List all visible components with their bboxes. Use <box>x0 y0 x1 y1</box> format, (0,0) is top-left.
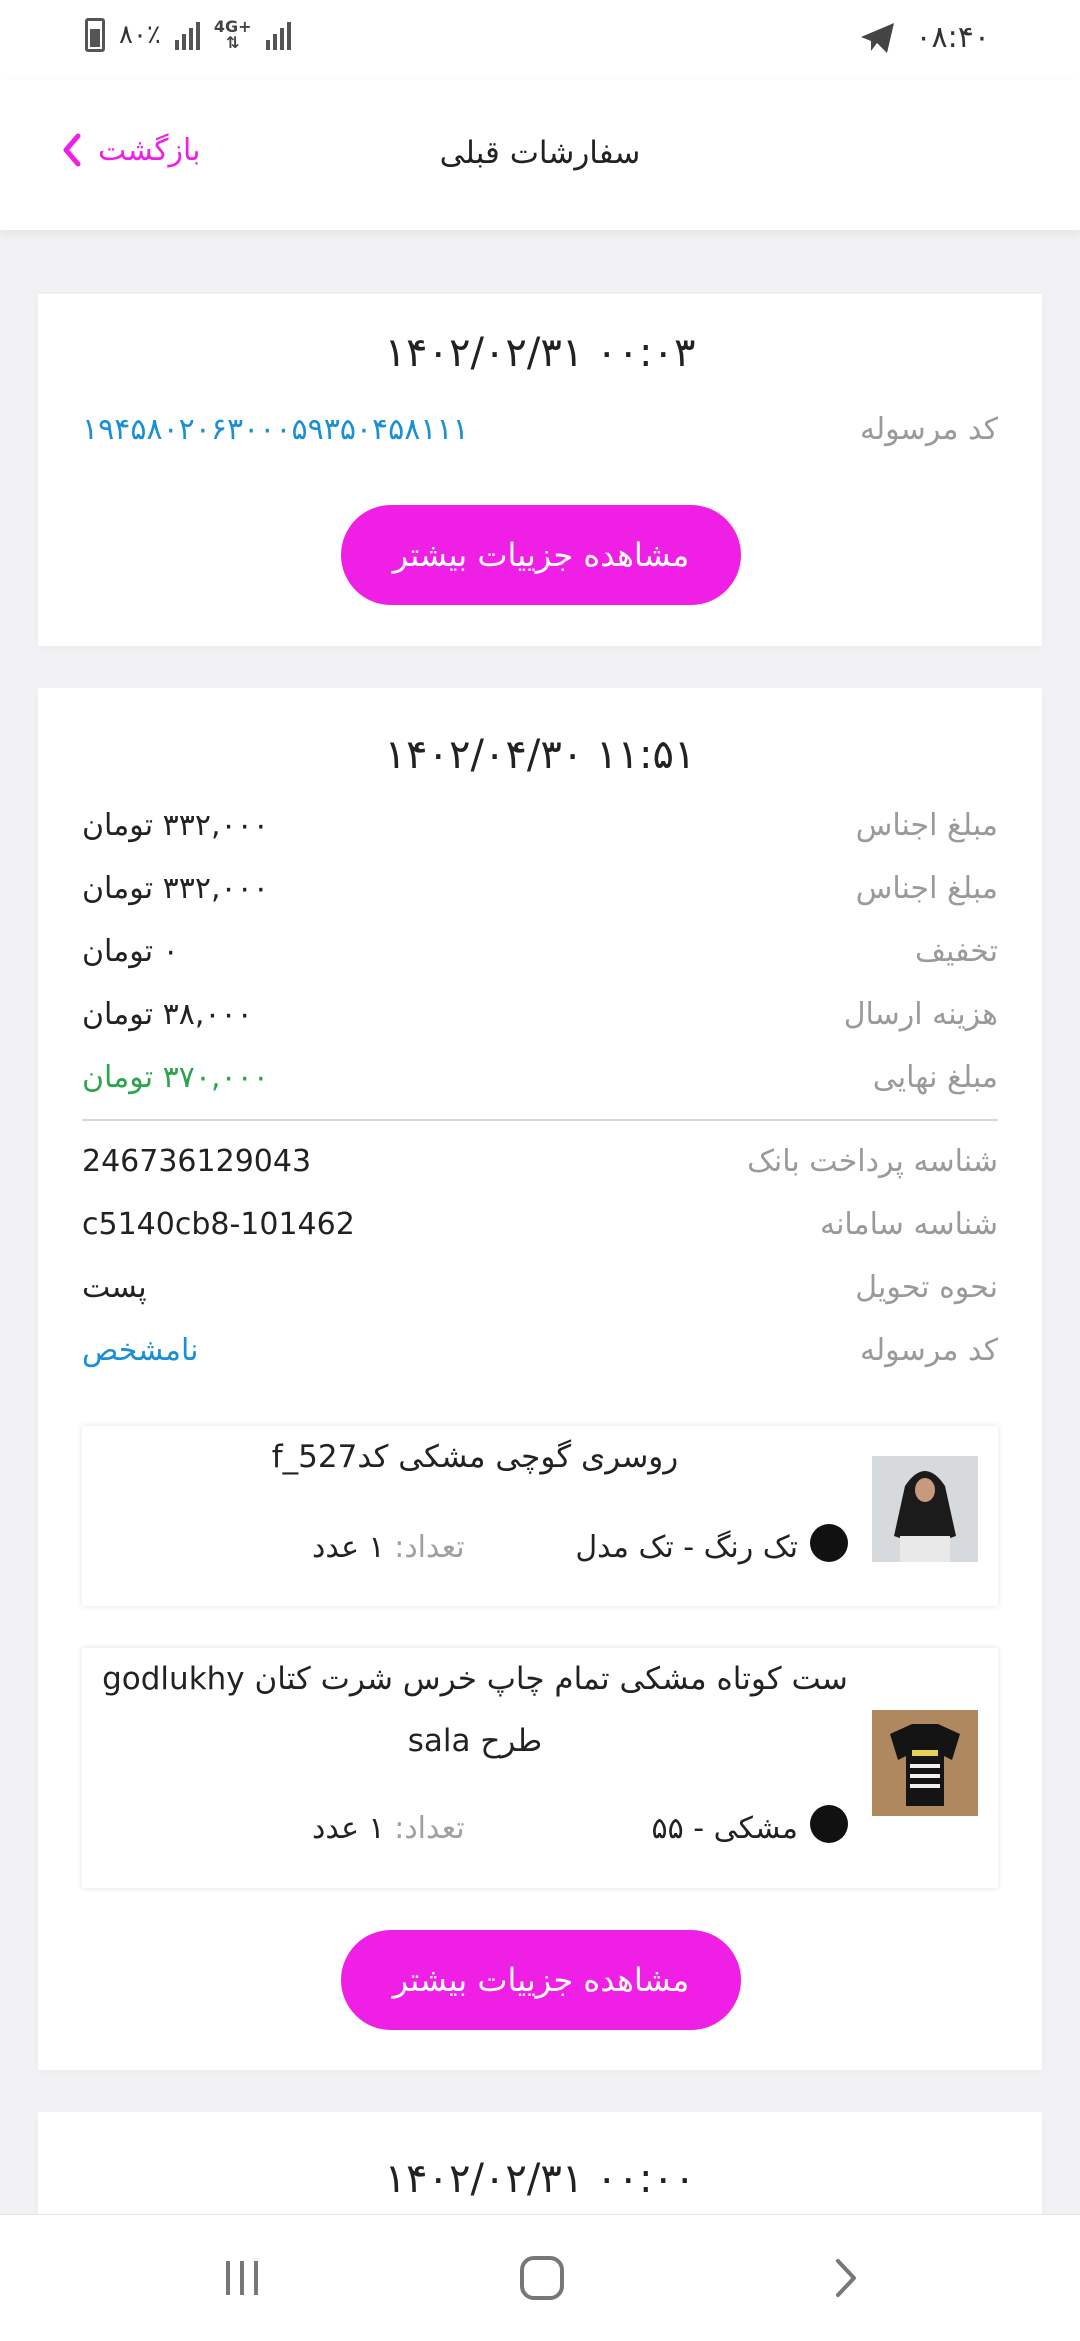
row-label: مبلغ نهایی <box>872 1060 998 1095</box>
telegram-icon <box>861 22 895 53</box>
signal-icon <box>174 20 200 50</box>
row-label: شناسه پرداخت بانک <box>747 1144 998 1179</box>
tracking-value[interactable]: ۱۹۴۵۸۰۲۰۶۳۰۰۰۵۹۳۵۰۴۵۸۱۱۱ <box>82 412 469 447</box>
final-amount-value: ۳۷۰,۰۰۰ تومان <box>82 1060 269 1095</box>
row-value: ۳۳۲,۰۰۰ تومان <box>82 871 269 906</box>
view-details-button[interactable]: مشاهده جزییات بیشتر <box>341 1930 741 2030</box>
quantity-label: تعداد: <box>394 1530 465 1565</box>
row-label: مبلغ اجناس <box>855 808 998 843</box>
tracking-label: کد مرسوله <box>859 412 998 447</box>
battery-icon <box>85 18 105 52</box>
back-button[interactable]: بازگشت <box>58 132 200 168</box>
row-label: کد مرسوله <box>859 1333 998 1368</box>
product-variant: مشکی - ۵۵ <box>651 1811 798 1846</box>
product-name: روسری گوچی مشکی کدf_527 <box>271 1439 679 1475</box>
row-label: مبلغ اجناس <box>855 871 998 906</box>
row-label: شناسه سامانه <box>819 1207 998 1242</box>
chevron-left-icon <box>63 133 81 167</box>
order-item[interactable]: روسری گوچی مشکی کدf_527 تک رنگ - تک مدل … <box>82 1426 998 1606</box>
discount-row: تخفیف ۰ تومان <box>82 934 998 978</box>
row-label: هزینه ارسال <box>843 997 998 1032</box>
row-value: 246736129043 <box>82 1144 312 1179</box>
system-id-row: شناسه سامانه c5140cb8-101462 <box>82 1207 998 1251</box>
status-bar: ۸۰٪ 4G+ ⇅ ۰۸:۴۰ <box>0 0 1080 80</box>
row-value: ۳۸,۰۰۰ تومان <box>82 997 253 1032</box>
row-value: c5140cb8-101462 <box>82 1207 355 1242</box>
status-left: ۸۰٪ 4G+ ⇅ <box>85 18 291 52</box>
color-swatch <box>810 1524 848 1562</box>
order-item[interactable]: ست کوتاه مشکی تمام چاپ خرس شرت کتان godl… <box>82 1648 998 1888</box>
view-details-button[interactable]: مشاهده جزییات بیشتر <box>341 505 741 605</box>
product-image <box>872 1456 978 1562</box>
order-date: ۱۴۰۲/۰۲/۳۱ ۰۰:۰۰ <box>384 2156 696 2202</box>
quantity-label: تعداد: <box>394 1811 465 1846</box>
row-label: نحوه تحویل <box>855 1270 998 1305</box>
back-nav-icon[interactable] <box>816 2253 876 2303</box>
back-label: بازگشت <box>98 132 201 168</box>
product-name: ست کوتاه مشکی تمام چاپ خرس شرت کتان godl… <box>102 1661 848 1759</box>
row-value: ۰ تومان <box>82 934 179 969</box>
goods-amount-row: مبلغ اجناس ۳۳۲,۰۰۰ تومان <box>82 808 998 852</box>
app-header: سفارشات قبلی بازگشت <box>0 80 1080 230</box>
quantity-value: ۱ عدد <box>312 1530 385 1565</box>
battery-level: ۸۰٪ <box>119 20 161 50</box>
product-variant: تک رنگ - تک مدل <box>575 1530 798 1565</box>
product-quantity: تعداد: ۱ عدد <box>312 1530 465 1565</box>
tracking-row: کد مرسوله ۱۹۴۵۸۰۲۰۶۳۰۰۰۵۹۳۵۰۴۵۸۱۱۱ <box>82 412 998 456</box>
signal-icon-2 <box>265 20 291 50</box>
quantity-value: ۱ عدد <box>312 1811 385 1846</box>
recent-apps-icon[interactable] <box>212 2253 272 2303</box>
bank-payment-id-row: شناسه پرداخت بانک 246736129043 <box>82 1144 998 1188</box>
tracking-value: نامشخص <box>82 1333 199 1368</box>
order-date: ۱۴۰۲/۰۲/۳۱ ۰۰:۰۳ <box>384 330 696 376</box>
product-image <box>872 1710 978 1816</box>
order-card: ۱۴۰۲/۰۴/۳۰ ۱۱:۵۱ مبلغ اجناس ۳۳۲,۰۰۰ توما… <box>38 688 1042 2070</box>
order-card: ۱۴۰۲/۰۲/۳۱ ۰۰:۰۳ کد مرسوله ۱۹۴۵۸۰۲۰۶۳۰۰۰… <box>38 294 1042 646</box>
system-nav-bar <box>0 2214 1080 2341</box>
row-value: پست <box>82 1270 147 1305</box>
delivery-method-row: نحوه تحویل پست <box>82 1270 998 1314</box>
shipping-cost-row: هزینه ارسال ۳۸,۰۰۰ تومان <box>82 997 998 1041</box>
color-swatch <box>810 1805 848 1843</box>
clock: ۰۸:۴۰ <box>915 20 990 55</box>
final-amount-row: مبلغ نهایی ۳۷۰,۰۰۰ تومان <box>82 1060 998 1104</box>
goods-amount-row: مبلغ اجناس ۳۳۲,۰۰۰ تومان <box>82 871 998 915</box>
divider <box>82 1119 998 1121</box>
status-right: ۰۸:۴۰ <box>859 20 990 55</box>
row-value: ۳۳۲,۰۰۰ تومان <box>82 808 269 843</box>
network-type: 4G+ ⇅ <box>213 17 252 52</box>
home-icon[interactable] <box>512 2253 572 2303</box>
product-quantity: تعداد: ۱ عدد <box>312 1811 465 1846</box>
tracking-row: کد مرسوله نامشخص <box>82 1333 998 1377</box>
row-label: تخفیف <box>915 934 998 969</box>
order-date: ۱۴۰۲/۰۴/۳۰ ۱۱:۵۱ <box>384 732 696 778</box>
